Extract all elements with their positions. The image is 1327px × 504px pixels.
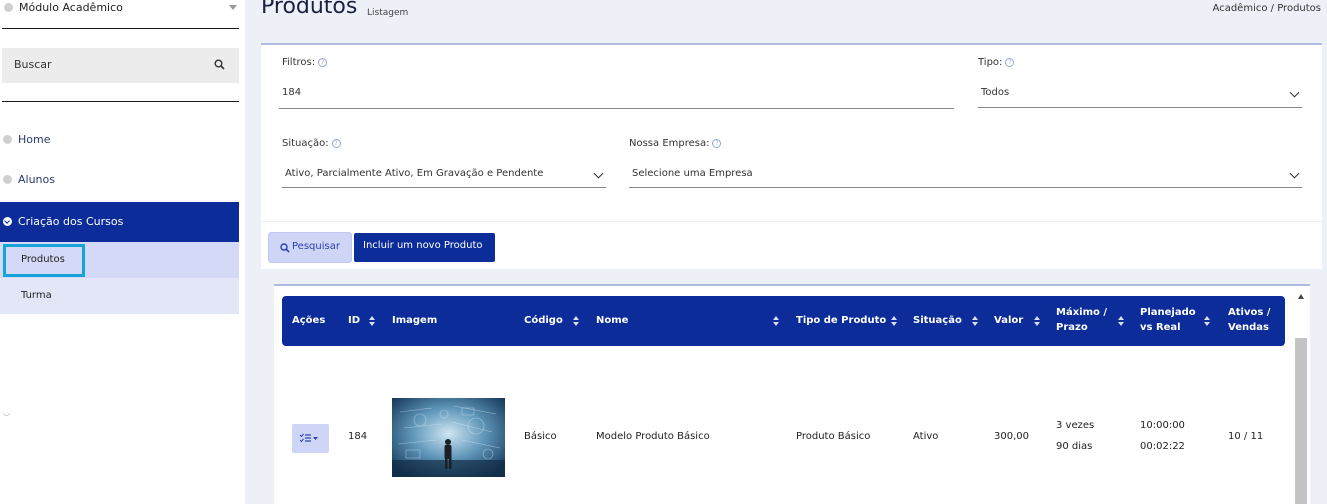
col-id[interactable]: ID	[348, 313, 360, 328]
actions-dropdown-button[interactable]	[292, 424, 329, 453]
sidebar-item-alunos[interactable]: Alunos	[0, 160, 239, 200]
page-title: Produtos	[261, 0, 358, 19]
sort-icon[interactable]	[891, 316, 898, 327]
empresa-label: Nossa Empresa:?	[629, 138, 722, 149]
product-image	[392, 398, 505, 477]
sidebar-subitem-turma[interactable]: Turma	[0, 278, 239, 314]
page-subtitle: Listagem	[367, 8, 409, 18]
sort-icon[interactable]	[369, 316, 376, 327]
table-row: 184 Básico Modelo Produto Básico Produto…	[282, 354, 1285, 504]
sidebar-subitem-label: Produtos	[21, 254, 65, 265]
sidebar-subitem-produtos[interactable]: Produtos	[0, 242, 239, 278]
search-icon	[280, 243, 290, 253]
search-icon[interactable]	[214, 59, 225, 70]
sort-icon[interactable]	[1204, 316, 1211, 327]
sidebar-item-label: Alunos	[18, 173, 55, 186]
chevron-down-icon	[593, 168, 604, 179]
scroll-up-icon[interactable]	[1298, 294, 1304, 299]
cell-nome: Modelo Produto Básico	[596, 431, 710, 442]
chevron-down-icon	[1289, 168, 1300, 179]
vertical-scrollbar[interactable]	[1295, 292, 1308, 504]
cell-situacao: Ativo	[913, 431, 939, 442]
sort-icon[interactable]	[1034, 316, 1041, 327]
help-icon[interactable]: ?	[318, 58, 328, 67]
bullet-icon	[3, 175, 12, 184]
col-nome[interactable]: Nome	[596, 313, 628, 328]
col-planejado-real[interactable]: Planejado vs Real	[1140, 305, 1196, 335]
col-ativos-vendas[interactable]: Ativos / Vendas	[1228, 305, 1270, 335]
collapse-icon[interactable]: ◡	[3, 408, 10, 417]
sort-icon[interactable]	[573, 316, 580, 327]
cell-tipo-produto: Produto Básico	[796, 431, 871, 442]
chevron-down-icon	[1289, 87, 1300, 98]
cell-id: 184	[348, 431, 368, 442]
col-tipo-produto[interactable]: Tipo de Produto	[796, 313, 886, 328]
sort-icon[interactable]	[1118, 316, 1125, 327]
cell-maximo: 3 vezes	[1056, 420, 1095, 431]
breadcrumb[interactable]: Acadêmico / Produtos	[1213, 3, 1321, 14]
sidebar-search[interactable]: Buscar	[2, 48, 239, 83]
sidebar-item-label: Criação dos Cursos	[18, 215, 124, 228]
scroll-thumb[interactable]	[1295, 338, 1307, 504]
sort-icon[interactable]	[773, 316, 780, 327]
sort-icon[interactable]	[972, 316, 979, 327]
col-situacao[interactable]: Situação	[913, 313, 962, 328]
module-dot-icon	[4, 3, 13, 12]
tipo-label: Tipo:?	[978, 57, 1015, 68]
col-acoes: Ações	[292, 315, 326, 326]
sidebar-item-criacao-cursos[interactable]: Criação dos Cursos	[0, 202, 239, 242]
cell-ativos-vendas: 10 / 11	[1228, 431, 1264, 442]
cell-prazo: 90 dias	[1056, 441, 1093, 452]
pesquisar-button[interactable]: Pesquisar	[268, 232, 352, 263]
action-bar: Pesquisar Incluir um novo Produto	[261, 221, 1322, 269]
search-placeholder: Buscar	[14, 58, 52, 71]
situacao-select[interactable]: Ativo, Parcialmente Ativo, Em Gravação e…	[282, 162, 606, 188]
filtros-input[interactable]: 184	[279, 81, 954, 109]
filtros-label: Filtros:?	[282, 57, 328, 68]
module-label: Módulo Acadêmico	[19, 1, 123, 14]
list-check-icon	[300, 433, 318, 443]
tipo-select[interactable]: Todos	[978, 81, 1302, 108]
incluir-produto-button[interactable]: Incluir um novo Produto	[354, 233, 495, 262]
help-icon[interactable]: ?	[331, 139, 341, 148]
filter-panel: Filtros:? 184 Tipo:? Todos Situação:? At…	[261, 43, 1322, 269]
table-header: Ações ID Imagem Código Nome Tipo de Prod…	[282, 296, 1285, 346]
sidebar: Módulo Acadêmico Buscar Home Alunos Cria…	[0, 0, 245, 504]
col-codigo[interactable]: Código	[524, 313, 563, 328]
sidebar-divider	[2, 101, 239, 102]
module-selector[interactable]: Módulo Acadêmico	[2, 0, 239, 29]
sidebar-subitem-label: Turma	[21, 290, 52, 301]
cell-codigo: Básico	[524, 431, 557, 442]
cell-real: 00:02:22	[1140, 441, 1185, 452]
cell-planejado: 10:00:00	[1140, 420, 1185, 431]
sidebar-item-home[interactable]: Home	[0, 120, 239, 160]
bullet-icon	[3, 135, 12, 144]
table-panel: Ações ID Imagem Código Nome Tipo de Prod…	[274, 284, 1310, 504]
cell-valor: 300,00	[994, 431, 1029, 442]
help-icon[interactable]: ?	[1005, 58, 1015, 67]
caret-down-icon[interactable]	[229, 5, 237, 10]
chevron-down-circle-icon	[3, 217, 12, 226]
col-maximo-prazo[interactable]: Máximo / Prazo	[1056, 305, 1107, 335]
col-imagem: Imagem	[392, 315, 438, 326]
situacao-label: Situação:?	[282, 138, 341, 149]
empresa-select[interactable]: Selecione uma Empresa	[629, 162, 1302, 188]
col-valor[interactable]: Valor	[994, 313, 1023, 328]
help-icon[interactable]: ?	[712, 139, 722, 148]
sidebar-item-label: Home	[18, 133, 51, 146]
